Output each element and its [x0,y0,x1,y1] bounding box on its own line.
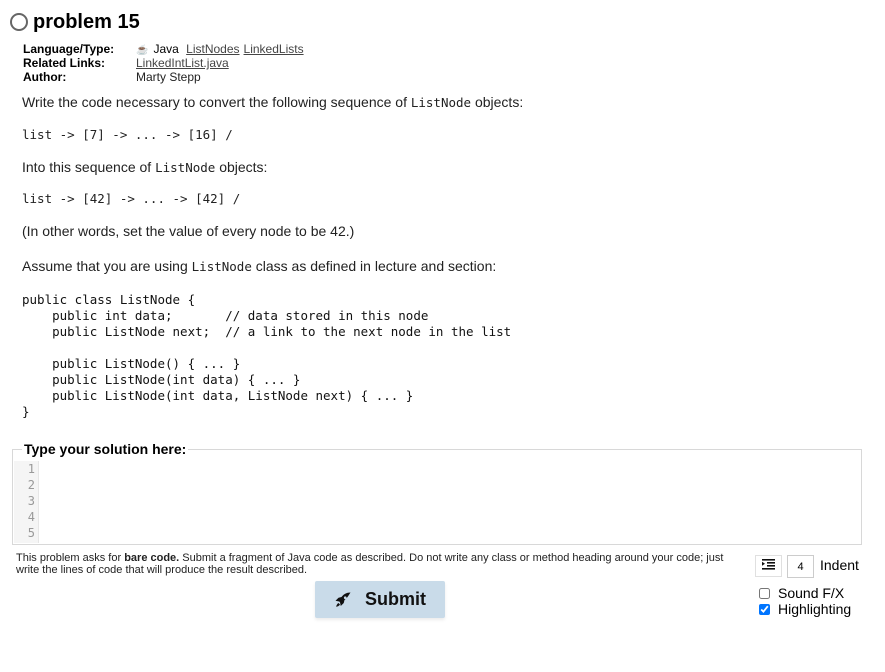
tag-link-listnodes[interactable]: ListNodes [186,42,239,56]
line-number: 1 [27,462,35,476]
java-icon: ☕ [136,45,149,56]
problem-header: problem 15 [10,9,140,35]
sound-fx-label: Sound F/X [778,585,845,601]
line-number-gutter: 1 2 3 4 5 [14,461,39,543]
line-number: 5 [27,526,35,540]
highlighting-label: Highlighting [778,601,852,617]
line-number: 4 [27,510,35,524]
language-label: Language/Type: [23,42,115,56]
problem-title: problem 15 [33,11,140,33]
empty-circle-icon [10,13,28,31]
assume-text: Assume that you are using ListNode class… [22,258,497,274]
highlighting-option[interactable]: Highlighting [759,601,851,618]
rocket-icon [334,591,352,609]
after-sequence: list -> [42] -> ... -> [42] / [22,191,241,206]
inline-code: ListNode [191,259,252,274]
indent-button[interactable] [755,555,782,577]
indent-label: Indent [820,557,859,573]
related-link-linkedintlist[interactable]: LinkedIntList.java [136,56,229,70]
indent-icon [762,557,775,575]
meta-language-row: Language/Type: ☕ Java ListNodes LinkedList… [23,42,308,56]
author-label: Author: [23,70,67,84]
line-number: 3 [27,494,35,508]
into-text: Into this sequence of ListNode objects: [22,159,268,175]
sound-fx-option[interactable]: Sound F/X [759,585,844,602]
bare-code-instructions: This problem asks for bare code. Submit … [16,552,724,576]
indent-size-input[interactable] [787,555,814,578]
sound-fx-checkbox[interactable] [759,588,770,599]
before-sequence: list -> [7] -> ... -> [16] / [22,127,233,142]
solution-legend: Type your solution here: [22,441,189,458]
note-text: (In other words, set the value of every … [22,223,355,239]
meta-author-row: Author: Marty Stepp [23,70,308,84]
problem-meta: Language/Type: ☕ Java ListNodes LinkedList… [23,42,308,84]
inline-code: ListNode [410,95,472,110]
language-value: Java [153,42,179,56]
author-value: Marty Stepp [136,70,201,84]
tag-link-linkedlists[interactable]: LinkedLists [244,42,304,56]
solution-fieldset: Type your solution here: 1 2 3 4 5 [12,441,862,545]
meta-related-row: Related Links: LinkedIntList.java [23,56,308,70]
submit-button[interactable]: Submit [315,581,445,618]
submit-label: Submit [365,589,426,609]
listnode-class-code: public class ListNode { public int data;… [22,292,512,419]
solution-code-editor[interactable] [40,461,858,543]
line-number: 2 [27,478,35,492]
highlighting-checkbox[interactable] [759,604,770,615]
related-links-label: Related Links: [23,56,106,70]
inline-code: ListNode [155,160,216,175]
intro-text: Write the code necessary to convert the … [22,94,524,110]
